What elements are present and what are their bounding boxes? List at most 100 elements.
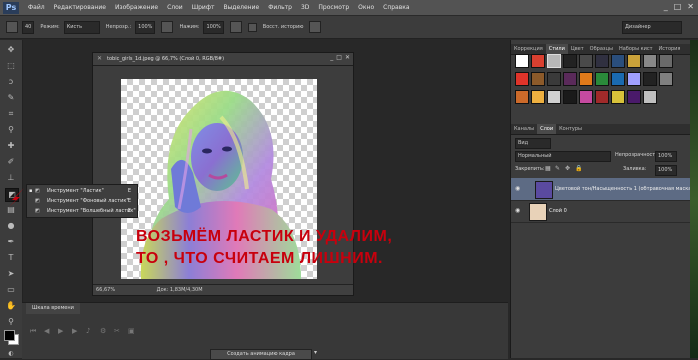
lock-pixels-icon[interactable]: ✎ bbox=[555, 165, 560, 172]
style-swatch[interactable] bbox=[515, 72, 529, 86]
menu-edit[interactable]: Редактирование bbox=[54, 4, 106, 11]
next-frame-icon[interactable]: ▶ bbox=[72, 327, 77, 335]
style-swatch[interactable] bbox=[595, 54, 609, 68]
style-swatch[interactable] bbox=[531, 72, 545, 86]
style-swatch[interactable] bbox=[611, 72, 625, 86]
foreground-color-swatch[interactable] bbox=[4, 330, 15, 341]
minimize-button[interactable]: _ bbox=[664, 2, 668, 11]
eye-icon[interactable]: ◉ bbox=[515, 185, 520, 192]
style-swatch[interactable] bbox=[627, 54, 641, 68]
brush-size-field[interactable]: 40 bbox=[22, 20, 35, 34]
menu-filter[interactable]: Фильтр bbox=[268, 4, 292, 11]
menu-view[interactable]: Просмотр bbox=[318, 4, 349, 11]
eraser-preset-icon[interactable] bbox=[6, 21, 18, 33]
chevron-down-icon[interactable]: ▾ bbox=[314, 349, 317, 356]
flyout-item-magic-eraser[interactable]: ◩ Инструмент "Волшебный ластик" E bbox=[27, 206, 137, 216]
style-swatch[interactable] bbox=[595, 72, 609, 86]
quick-select-tool-icon[interactable]: ✎ bbox=[5, 92, 17, 104]
pen-tool-icon[interactable]: ✒ bbox=[5, 236, 17, 248]
quick-mask-icon[interactable]: ◐ bbox=[5, 348, 17, 360]
tab-brush-presets[interactable]: Наборы кист bbox=[616, 44, 656, 54]
style-swatch[interactable] bbox=[643, 72, 657, 86]
menu-file[interactable]: Файл bbox=[28, 4, 45, 11]
menu-type[interactable]: Шрифт bbox=[192, 4, 215, 11]
zoom-level[interactable]: 66,67% bbox=[96, 287, 115, 293]
style-swatch[interactable] bbox=[579, 90, 593, 104]
tab-channels[interactable]: Каналы bbox=[511, 124, 537, 134]
style-swatch[interactable] bbox=[659, 54, 673, 68]
style-swatch[interactable] bbox=[563, 72, 577, 86]
style-swatch[interactable] bbox=[563, 54, 577, 68]
path-select-tool-icon[interactable]: ➤ bbox=[5, 268, 17, 280]
audio-icon[interactable]: ♪ bbox=[86, 327, 90, 335]
tab-styles[interactable]: Стили bbox=[545, 44, 568, 54]
style-swatch[interactable] bbox=[531, 90, 545, 104]
style-swatch[interactable] bbox=[579, 54, 593, 68]
eyedropper-tool-icon[interactable]: ⚲ bbox=[5, 124, 17, 136]
style-swatch[interactable] bbox=[643, 90, 657, 104]
mode-select[interactable]: Кисть bbox=[63, 20, 100, 34]
settings-icon[interactable]: ⚙ bbox=[100, 327, 106, 335]
document-minimize-button[interactable]: _ bbox=[330, 54, 333, 61]
flyout-item-background-eraser[interactable]: ◩ Инструмент "Фоновый ластик" E bbox=[27, 196, 137, 206]
menu-select[interactable]: Выделение bbox=[223, 4, 259, 11]
style-swatch[interactable] bbox=[531, 54, 545, 68]
type-tool-icon[interactable]: T bbox=[5, 252, 17, 264]
shape-tool-icon[interactable]: ▭ bbox=[5, 284, 17, 296]
tab-color[interactable]: Цвет bbox=[568, 44, 587, 54]
tab-history[interactable]: История bbox=[656, 44, 684, 54]
menu-window[interactable]: Окно bbox=[358, 4, 374, 11]
layer-filter-select[interactable]: Вид bbox=[515, 138, 551, 149]
menu-3d[interactable]: 3D bbox=[301, 4, 309, 11]
workspace-select[interactable]: Дизайнер bbox=[622, 20, 682, 34]
lock-all-icon[interactable]: 🔒 bbox=[575, 165, 582, 172]
tab-swatches[interactable]: Образцы bbox=[587, 44, 616, 54]
layer-name[interactable]: Слой 0 bbox=[549, 208, 567, 214]
crop-tool-icon[interactable]: ⌗ bbox=[5, 108, 17, 120]
opacity-field[interactable]: 100% bbox=[135, 20, 156, 34]
airbrush-icon[interactable] bbox=[229, 21, 242, 33]
stamp-tool-icon[interactable]: ⊥ bbox=[5, 172, 17, 184]
document-tab-title[interactable]: tobic_girls_1d.jpeg @ 66,7% (Слой 0, RGB… bbox=[93, 53, 353, 66]
style-swatch[interactable] bbox=[547, 54, 561, 68]
history-checkbox[interactable] bbox=[247, 22, 257, 32]
lock-position-icon[interactable]: ✥ bbox=[565, 165, 570, 172]
pressure-size-icon[interactable] bbox=[309, 21, 322, 33]
play-icon[interactable]: ▶ bbox=[58, 327, 63, 335]
tab-adjustments[interactable]: Коррекция bbox=[511, 44, 546, 54]
marquee-tool-icon[interactable]: ⬚ bbox=[5, 60, 17, 72]
style-swatch[interactable] bbox=[547, 72, 561, 86]
hand-tool-icon[interactable]: ✋ bbox=[5, 300, 17, 312]
style-swatch[interactable] bbox=[627, 90, 641, 104]
document-close-button[interactable]: ✕ bbox=[345, 54, 350, 61]
layer-opacity-field[interactable]: 100% bbox=[655, 151, 677, 162]
style-swatch[interactable] bbox=[611, 54, 625, 68]
style-swatch[interactable] bbox=[611, 90, 625, 104]
flow-field[interactable]: 100% bbox=[203, 20, 224, 34]
style-swatch[interactable] bbox=[579, 72, 593, 86]
document-close-icon[interactable]: ✕ bbox=[97, 55, 102, 62]
style-swatch[interactable] bbox=[515, 54, 529, 68]
style-swatch[interactable] bbox=[643, 54, 657, 68]
zoom-tool-icon[interactable]: ⚲ bbox=[5, 316, 17, 328]
menu-image[interactable]: Изображение bbox=[115, 4, 158, 11]
menu-help[interactable]: Справка bbox=[383, 4, 409, 11]
color-swatches[interactable] bbox=[4, 330, 19, 345]
dodge-tool-icon[interactable]: ● bbox=[5, 220, 17, 232]
brush-tool-icon[interactable]: ✐ bbox=[5, 156, 17, 168]
tab-paths[interactable]: Контуры bbox=[556, 124, 585, 134]
style-swatch[interactable] bbox=[659, 72, 673, 86]
cut-icon[interactable]: ✂ bbox=[114, 327, 120, 335]
prev-frame-icon[interactable]: ◀ bbox=[44, 327, 49, 335]
style-swatch[interactable] bbox=[515, 90, 529, 104]
layer-row[interactable]: ◉ Слой 0 bbox=[511, 200, 693, 223]
pressure-opacity-icon[interactable] bbox=[161, 21, 174, 33]
menu-layers[interactable]: Слои bbox=[167, 4, 183, 11]
move-tool-icon[interactable]: ✥ bbox=[5, 44, 17, 56]
style-swatch[interactable] bbox=[595, 90, 609, 104]
blend-mode-select[interactable]: Нормальный bbox=[515, 151, 611, 162]
maximize-button[interactable]: □ bbox=[674, 2, 682, 11]
tab-layers[interactable]: Слои bbox=[537, 124, 557, 134]
healing-tool-icon[interactable]: ✚ bbox=[5, 140, 17, 152]
first-frame-icon[interactable]: ⏮ bbox=[30, 327, 36, 336]
